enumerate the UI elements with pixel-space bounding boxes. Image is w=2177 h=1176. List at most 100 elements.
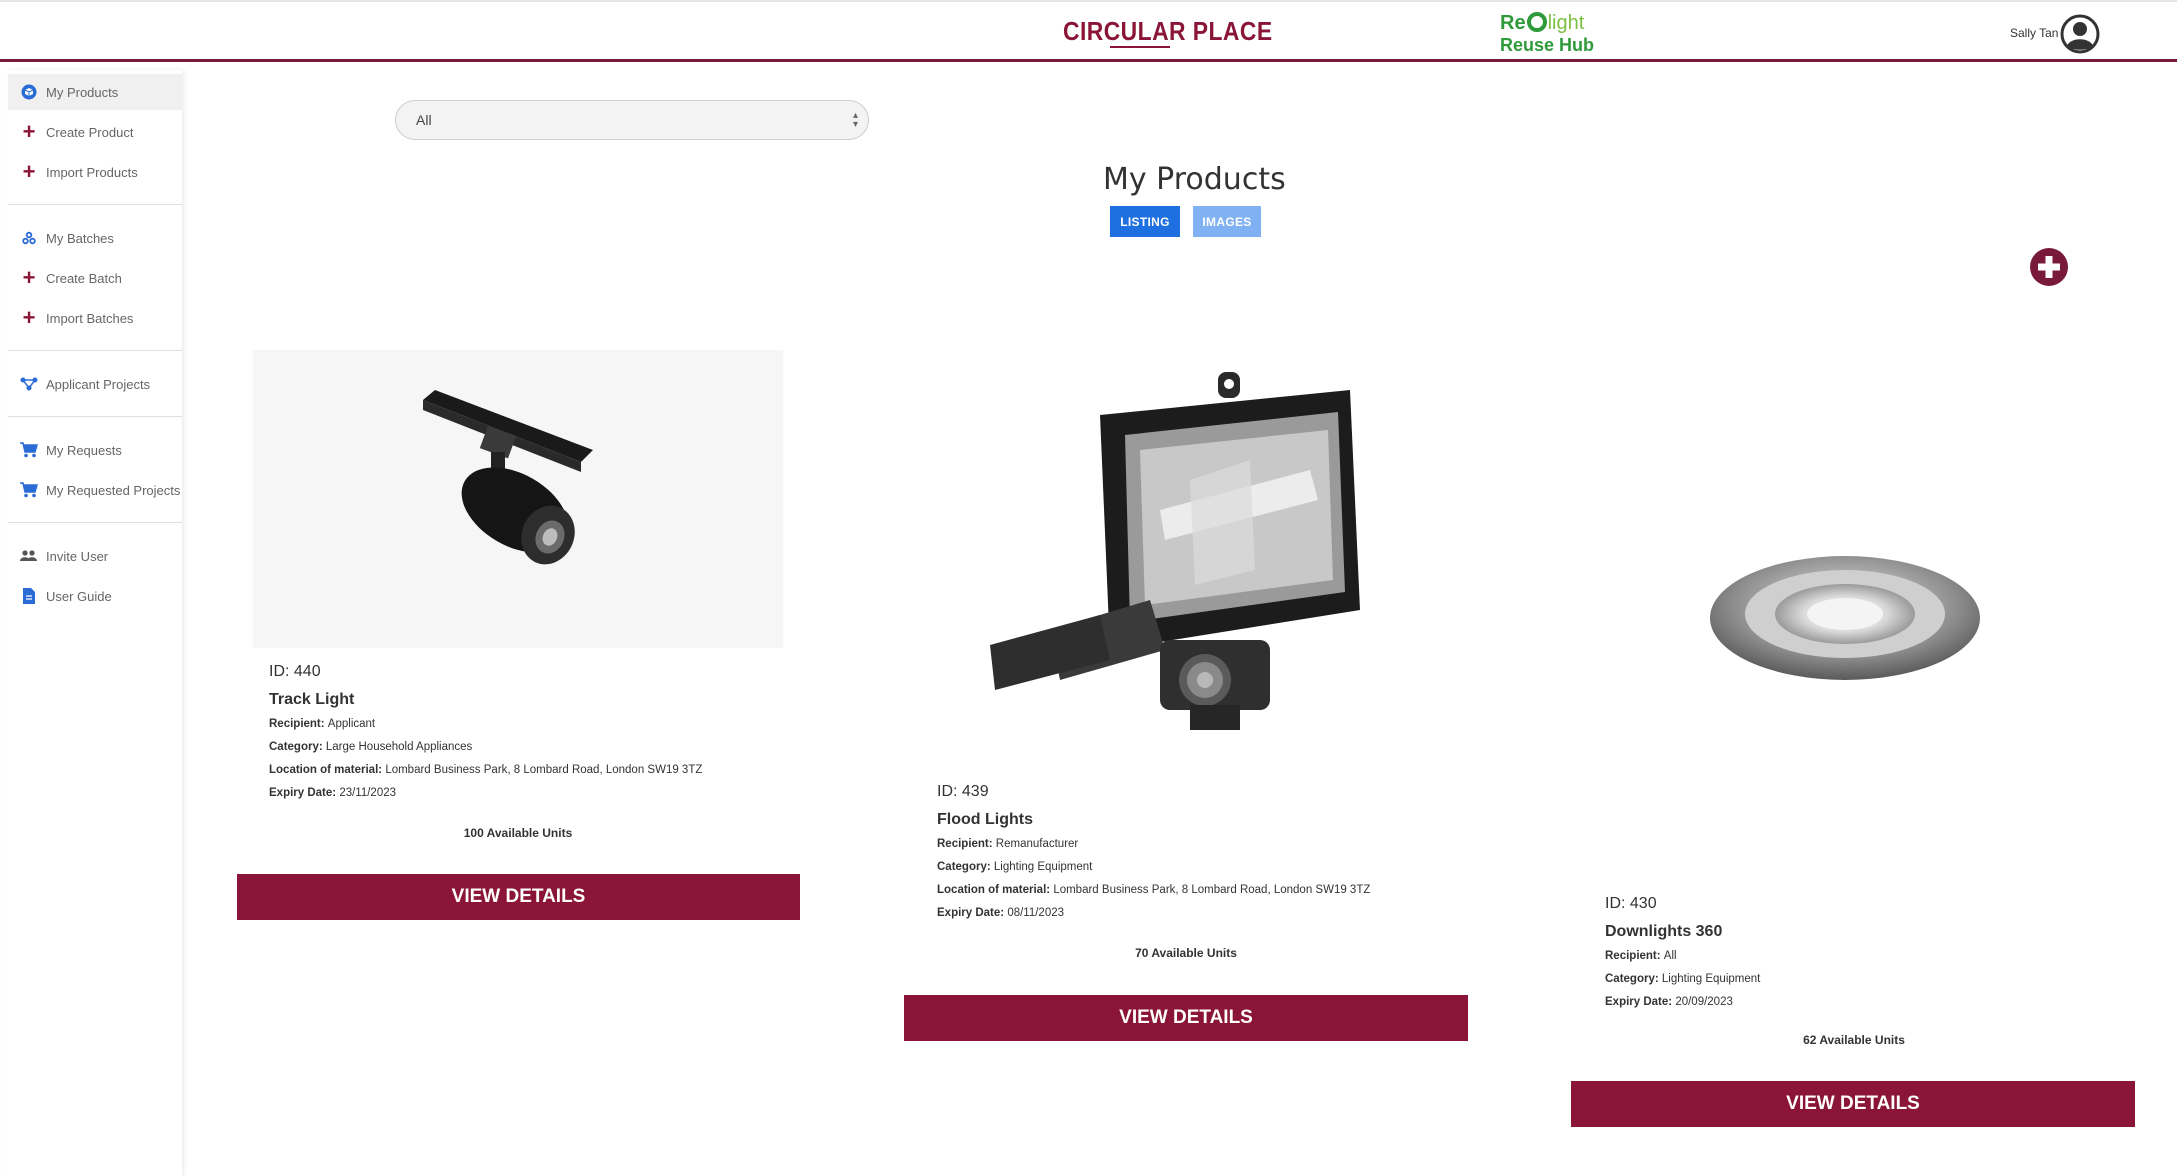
logo-text-reuse-hub: Reuse Hub [1500,35,1595,55]
recipient-label: Recipient: [1605,950,1661,962]
sidebar-divider [8,522,182,523]
category-value: Lighting Equipment [1661,973,1761,985]
location-label: Location of material: [269,764,383,776]
product-card-info: ID: 439 Flood Lights Recipient: Remanufa… [937,783,1370,930]
sidebar-divider [8,350,182,351]
add-product-plus-icon[interactable] [2029,247,2069,287]
logo-ring-icon [1526,12,1547,32]
product-id: ID: 430 [1605,895,1657,912]
product-category: Category: Lighting Equipment [1605,973,1760,985]
filter-selected-value: All [416,112,432,128]
product-recipient: Recipient: Remanufacturer [937,838,1370,850]
product-location: Location of material: Lombard Business P… [269,764,702,776]
sidebar-item-label: Create Batch [46,270,122,286]
recipient-label: Recipient: [937,838,993,850]
expiry-value: 08/11/2023 [1007,907,1065,919]
sidebar-item-label: My Batches [46,230,114,246]
downlight-image [1710,556,1980,680]
cube-icon [20,83,38,101]
sidebar-item-label: Applicant Projects [46,376,151,392]
users-icon [20,547,38,565]
recipient-value: All [1663,950,1677,962]
sidebar-item-label: Import Batches [46,310,134,326]
category-filter-select[interactable]: All ▴ ▾ [395,100,869,140]
available-units: 62 Available Units [1803,1033,1905,1047]
brand-title[interactable]: CIRCULAR PLACE [1063,16,1273,47]
expiry-label: Expiry Date: [937,907,1005,919]
expiry-value: 20/09/2023 [1675,996,1733,1008]
top-header: CIRCULAR PLACE Re light Reuse Hub Sally T… [0,0,2177,62]
category-label: Category: [1605,973,1659,985]
sidebar-item-label: Create Product [46,124,134,140]
product-name: Flood Lights [937,811,1033,828]
brand-underline [1110,46,1170,48]
view-details-button[interactable]: VIEW DETAILS [1571,1081,2135,1127]
product-category: Category: Lighting Equipment [937,861,1370,873]
product-name: Track Light [269,691,355,708]
sidebar-item-create-batch[interactable]: + Create Batch [8,260,182,296]
product-category: Category: Large Household Appliances [269,741,702,753]
location-value: Lombard Business Park, 8 Lombard Road, L… [385,764,703,776]
product-image-track-light[interactable] [253,350,783,648]
document-icon [20,587,38,605]
product-id: ID: 439 [937,783,989,800]
recipient-value: Applicant [327,718,376,730]
recipient-label: Recipient: [269,718,325,730]
flood-light-image [950,360,1420,750]
product-expiry: Expiry Date: 08/11/2023 [937,907,1370,919]
view-details-button[interactable]: VIEW DETAILS [237,874,800,920]
sidebar-item-label: User Guide [46,588,112,604]
category-value: Lighting Equipment [993,861,1093,873]
plus-icon: + [22,119,36,144]
sidebar-item-my-requested-projects[interactable]: My Requested Projects [8,472,182,508]
sidebar-item-my-requests[interactable]: My Requests [8,432,182,468]
sidebar-item-label: Import Products [46,164,138,180]
recolight-logo[interactable]: Re light Reuse Hub [1500,12,1594,56]
product-name: Downlights 360 [1605,923,1723,940]
sidebar-item-user-guide[interactable]: User Guide [8,578,182,614]
category-label: Category: [937,861,991,873]
product-image-flood-lights[interactable] [950,360,1420,750]
logo-text-re: Re [1500,12,1526,34]
plus-icon: + [22,305,36,330]
sidebar-item-applicant-projects[interactable]: Applicant Projects [8,366,182,402]
available-units: 70 Available Units [1135,946,1237,960]
location-value: Lombard Business Park, 8 Lombard Road, L… [1053,884,1371,896]
product-card-info: ID: 440 Track Light Recipient: Applicant… [269,663,702,810]
sidebar-item-label: My Requested Projects [46,482,181,498]
sidebar-item-label: My Requests [46,442,122,458]
track-light-image [253,350,783,648]
user-name[interactable]: Sally Tan [2010,26,2058,40]
location-label: Location of material: [937,884,1051,896]
expiry-value: 23/11/2023 [339,787,397,799]
product-id: ID: 440 [269,663,321,680]
sidebar-item-import-batches[interactable]: + Import Batches [8,300,182,336]
cart-icon [20,481,38,499]
plus-icon: + [22,159,36,184]
sidebar-item-create-product[interactable]: + Create Product [8,114,182,150]
product-expiry: Expiry Date: 20/09/2023 [1605,996,1760,1008]
logo-text-light: light [1547,12,1585,34]
recipient-value: Remanufacturer [995,838,1079,850]
sidebar-divider [8,416,182,417]
page-title: My Products [1103,162,1286,197]
tab-images[interactable]: IMAGES [1193,206,1261,237]
sidebar-item-invite-user[interactable]: Invite User [8,538,182,574]
view-details-button[interactable]: VIEW DETAILS [904,995,1468,1041]
sidebar-item-label: Invite User [46,548,109,564]
product-location: Location of material: Lombard Business P… [937,884,1370,896]
user-avatar-icon[interactable] [2060,14,2100,54]
cart-icon [20,441,38,459]
expiry-label: Expiry Date: [269,787,337,799]
select-arrows-icon: ▴ ▾ [852,110,858,130]
sidebar-item-label: My Products [46,84,119,100]
sidebar-item-my-batches[interactable]: My Batches [8,220,182,256]
batches-icon [20,229,38,247]
category-value: Large Household Appliances [325,741,473,753]
product-image-downlights-360[interactable] [1700,530,1990,700]
sidebar-item-import-products[interactable]: + Import Products [8,154,182,190]
sidebar-item-my-products[interactable]: My Products [8,74,182,110]
tab-listing[interactable]: LISTING [1110,206,1180,237]
category-label: Category: [269,741,323,753]
plus-icon: + [22,265,36,290]
